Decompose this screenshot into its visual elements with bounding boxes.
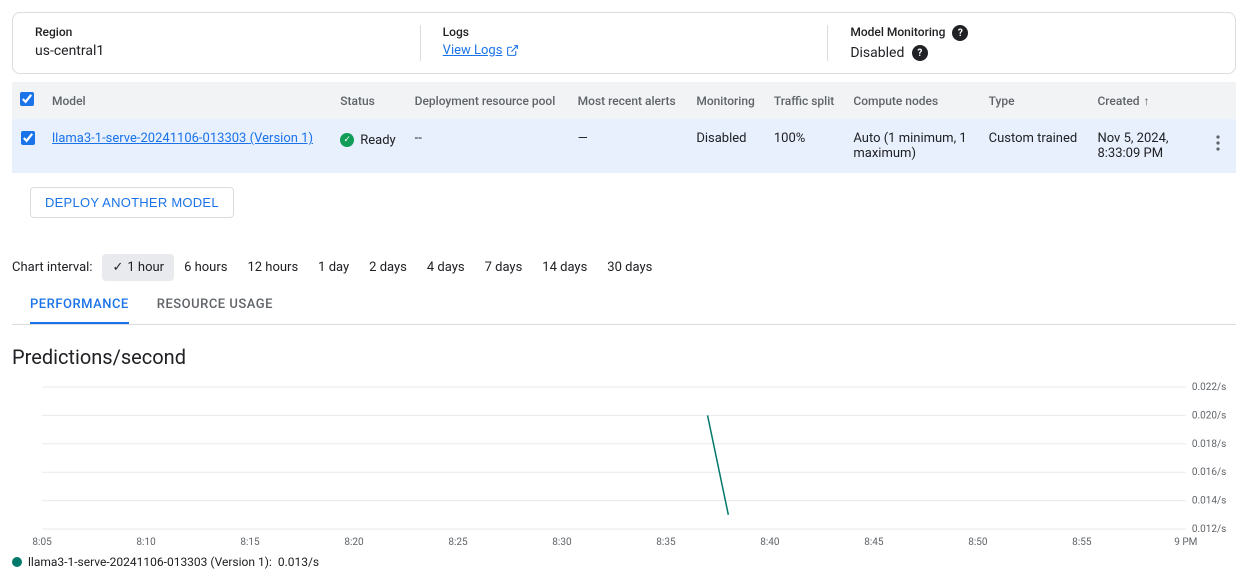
tab-performance[interactable]: PERFORMANCE xyxy=(30,287,129,324)
legend-color-dot xyxy=(12,557,22,567)
interval-option[interactable]: 14 days xyxy=(532,254,597,281)
chart-legend: llama3-1-serve-20241106-013303 (Version … xyxy=(12,555,1236,569)
cell-monitoring: Disabled xyxy=(688,119,766,173)
svg-text:8:05: 8:05 xyxy=(32,537,52,548)
model-name-link[interactable]: llama3-1-serve-20241106-013303 (Version … xyxy=(52,131,313,146)
check-icon: ✓ xyxy=(112,260,123,275)
sort-arrow-up-icon: ↑ xyxy=(1144,94,1150,108)
view-logs-link[interactable]: View Logs xyxy=(443,43,520,58)
cell-type: Custom trained xyxy=(981,119,1090,173)
chart-title: Predictions/second xyxy=(12,345,1236,369)
svg-text:8:50: 8:50 xyxy=(968,537,988,548)
svg-text:8:25: 8:25 xyxy=(448,537,468,548)
table-header-row: Model Status Deployment resource pool Mo… xyxy=(12,82,1236,119)
endpoint-info-card: Region us-central1 Logs View Logs Model … xyxy=(12,12,1236,74)
col-model[interactable]: Model xyxy=(44,82,332,119)
col-status[interactable]: Status xyxy=(332,82,406,119)
more-vert-icon xyxy=(1216,135,1220,151)
interval-option[interactable]: 12 hours xyxy=(237,254,308,281)
predictions-chart: 0.012/s 0.014/s 0.016/s 0.018/s 0.020/s 0.022… xyxy=(12,379,1236,549)
interval-options: ✓1 hour6 hours12 hours1 day2 days4 days7… xyxy=(102,254,662,281)
help-icon[interactable]: ? xyxy=(952,25,968,41)
legend-series-value: 0.013/s xyxy=(278,555,319,569)
col-nodes[interactable]: Compute nodes xyxy=(845,82,980,119)
table-row[interactable]: llama3-1-serve-20241106-013303 (Version … xyxy=(12,119,1236,173)
svg-text:8:55: 8:55 xyxy=(1072,537,1092,548)
logs-cell: Logs View Logs xyxy=(421,25,829,61)
svg-text:0.016/s: 0.016/s xyxy=(1192,468,1226,479)
interval-label: Chart interval: xyxy=(12,260,92,275)
tab-resource-usage[interactable]: RESOURCE USAGE xyxy=(157,287,273,324)
help-icon[interactable]: ? xyxy=(912,45,928,61)
region-label: Region xyxy=(35,25,398,39)
svg-text:0.014/s: 0.014/s xyxy=(1192,496,1226,507)
interval-option[interactable]: ✓1 hour xyxy=(102,254,174,281)
interval-option[interactable]: 30 days xyxy=(597,254,662,281)
col-type[interactable]: Type xyxy=(981,82,1090,119)
cell-pool: -- xyxy=(407,119,570,173)
svg-text:8:10: 8:10 xyxy=(136,537,156,548)
svg-text:8:45: 8:45 xyxy=(864,537,884,548)
monitoring-value: Disabled ? xyxy=(850,45,1213,61)
external-link-icon xyxy=(506,44,519,57)
interval-option[interactable]: 1 day xyxy=(308,254,359,281)
more-actions-button[interactable] xyxy=(1212,131,1224,159)
svg-text:9 PM: 9 PM xyxy=(1174,537,1197,548)
region-cell: Region us-central1 xyxy=(13,25,421,61)
select-all-checkbox[interactable] xyxy=(20,92,34,106)
chart-svg: 0.012/s 0.014/s 0.016/s 0.018/s 0.020/s 0.022… xyxy=(12,379,1236,549)
svg-text:8:30: 8:30 xyxy=(552,537,572,548)
models-table: Model Status Deployment resource pool Mo… xyxy=(12,82,1236,173)
legend-series-name: llama3-1-serve-20241106-013303 (Version … xyxy=(28,555,272,569)
cell-alerts: — xyxy=(570,119,689,173)
status-badge: ✓ Ready xyxy=(340,133,395,148)
interval-option[interactable]: 7 days xyxy=(475,254,533,281)
svg-text:0.018/s: 0.018/s xyxy=(1192,439,1226,450)
view-logs-text: View Logs xyxy=(443,43,503,58)
svg-text:8:15: 8:15 xyxy=(240,537,260,548)
svg-text:8:20: 8:20 xyxy=(344,537,364,548)
svg-text:0.020/s: 0.020/s xyxy=(1192,411,1226,422)
col-traffic[interactable]: Traffic split xyxy=(766,82,846,119)
svg-text:0.022/s: 0.022/s xyxy=(1192,382,1226,393)
deploy-another-model-button[interactable]: DEPLOY ANOTHER MODEL xyxy=(30,187,234,218)
check-circle-icon: ✓ xyxy=(340,133,354,147)
cell-nodes: Auto (1 minimum, 1 maximum) xyxy=(845,119,980,173)
col-alerts[interactable]: Most recent alerts xyxy=(570,82,689,119)
col-created[interactable]: Created↑ xyxy=(1089,82,1204,119)
cell-traffic: 100% xyxy=(766,119,846,173)
interval-option[interactable]: 4 days xyxy=(417,254,475,281)
svg-text:0.012/s: 0.012/s xyxy=(1192,524,1226,535)
row-checkbox[interactable] xyxy=(21,131,35,145)
cell-created: Nov 5, 2024, 8:33:09 PM xyxy=(1089,119,1204,173)
monitoring-label: Model Monitoring ? xyxy=(850,25,1213,41)
monitoring-cell: Model Monitoring ? Disabled ? xyxy=(828,25,1235,61)
interval-option[interactable]: 6 hours xyxy=(174,254,237,281)
interval-option[interactable]: 2 days xyxy=(359,254,417,281)
svg-text:8:40: 8:40 xyxy=(760,537,780,548)
region-value: us-central1 xyxy=(35,43,398,59)
col-pool[interactable]: Deployment resource pool xyxy=(407,82,570,119)
logs-label: Logs xyxy=(443,25,806,39)
svg-text:8:35: 8:35 xyxy=(656,537,676,548)
status-text: Ready xyxy=(360,133,395,148)
col-monitoring[interactable]: Monitoring xyxy=(688,82,766,119)
metrics-tabs: PERFORMANCE RESOURCE USAGE xyxy=(12,287,1236,325)
chart-interval-row: Chart interval: ✓1 hour6 hours12 hours1 … xyxy=(12,254,1236,281)
